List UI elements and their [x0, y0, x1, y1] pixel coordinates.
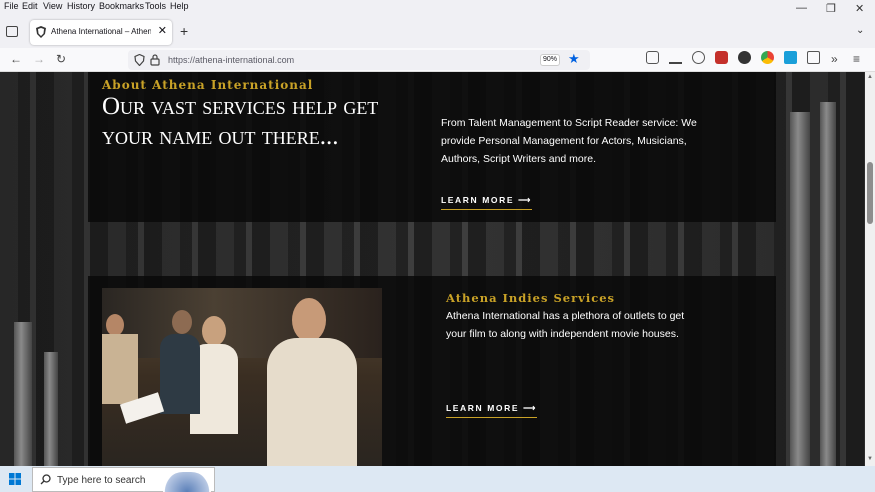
man2-head	[172, 310, 192, 334]
chrome-extension-icon[interactable]	[761, 51, 774, 64]
minimize-button[interactable]: —	[796, 2, 807, 14]
menu-view[interactable]: View	[43, 1, 62, 11]
app-menu-icon[interactable]: ≡	[853, 52, 860, 66]
scrollbar-thumb[interactable]	[867, 162, 873, 224]
download-icon[interactable]	[669, 51, 682, 64]
account-icon[interactable]	[692, 51, 705, 64]
zoom-level[interactable]: 90%	[540, 54, 560, 66]
menu-tools[interactable]: Tools	[145, 1, 166, 11]
extension-icon[interactable]	[738, 51, 751, 64]
page-scrollbar[interactable]: ▲ ▼	[865, 72, 875, 466]
new-tab-button[interactable]: +	[180, 23, 188, 39]
menu-bar: File Edit View History Bookmarks Tools H…	[0, 0, 875, 15]
about-subtitle: About Athena International	[102, 78, 314, 92]
lock-icon	[150, 54, 160, 66]
indies-title: Athena Indies Services	[446, 291, 615, 305]
indies-learn-more-link[interactable]: LEARN MORE ⟶	[446, 403, 537, 418]
pocket-icon[interactable]	[646, 51, 659, 64]
tab-athena[interactable]: Athena International – Athena I ✕	[30, 20, 172, 45]
scroll-down-icon[interactable]: ▼	[867, 456, 873, 462]
tab-list-icon[interactable]	[6, 26, 18, 37]
column-decor	[14, 322, 32, 466]
bookmark-star-icon[interactable]: ★	[568, 51, 580, 67]
man2-body	[160, 334, 200, 414]
menu-help[interactable]: Help	[170, 1, 189, 11]
menu-bookmarks[interactable]: Bookmarks	[99, 1, 144, 11]
taskbar: Type here to search	[0, 466, 875, 492]
search-highlight-image	[163, 472, 211, 492]
forward-button[interactable]: →	[33, 52, 45, 66]
shield-icon	[134, 54, 145, 66]
puzzle-icon[interactable]	[807, 51, 820, 64]
close-tab-icon[interactable]: ✕	[158, 24, 167, 37]
woman2-body	[102, 334, 138, 404]
menu-edit[interactable]: Edit	[22, 1, 38, 11]
shield-favicon-icon	[36, 26, 46, 38]
menu-history[interactable]: History	[67, 1, 95, 11]
search-placeholder: Type here to search	[57, 475, 146, 486]
taskbar-search[interactable]: Type here to search	[32, 467, 215, 492]
column-decor	[44, 352, 58, 466]
windows-start-icon[interactable]	[9, 473, 21, 485]
column-decor	[790, 112, 810, 466]
woman-head	[202, 316, 226, 346]
back-button[interactable]: ←	[10, 52, 22, 66]
nav-bar: ← → ↻ https://athena-international.com 9…	[0, 48, 875, 72]
web-page: About Athena International Our vast serv…	[0, 72, 865, 466]
reload-button[interactable]: ↻	[56, 52, 66, 66]
about-learn-more-link[interactable]: LEARN MORE ⟶	[441, 195, 532, 210]
tab-manager-icon[interactable]	[784, 51, 797, 64]
toolbar-overflow-icon[interactable]: »	[831, 52, 838, 66]
url-text: https://athena-international.com	[168, 55, 295, 65]
about-title: Our vast services help get your name out…	[102, 93, 379, 150]
menu-file[interactable]: File	[4, 1, 19, 11]
search-icon	[40, 474, 51, 485]
address-bar[interactable]: https://athena-international.com 90% ★	[128, 50, 590, 70]
indies-text: Athena International has a plethora of o…	[446, 310, 685, 340]
tab-title: Athena International – Athena I	[51, 27, 151, 36]
scroll-up-icon[interactable]: ▲	[867, 74, 873, 80]
man-sweater	[267, 338, 357, 466]
people-photo	[102, 288, 382, 466]
column-decor	[820, 102, 836, 466]
woman2-head	[106, 314, 124, 336]
tab-overflow-icon[interactable]: ⌄	[856, 25, 864, 36]
ublock-icon[interactable]	[715, 51, 728, 64]
about-text: From Talent Management to Script Reader …	[441, 117, 697, 165]
man-head	[292, 298, 326, 342]
